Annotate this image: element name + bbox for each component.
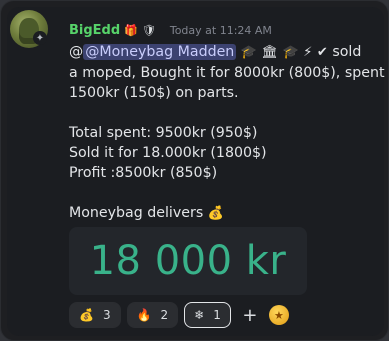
message-line: a moped, Bought it for 8000kr (800$), sp…: [69, 65, 385, 81]
reaction-count: 2: [160, 308, 169, 322]
bank-icon: 🏛: [261, 45, 279, 60]
reaction-fire[interactable]: 🔥 2: [126, 302, 179, 328]
message-line-1-tail: sold: [327, 44, 362, 60]
message-header: BigEdd 🎁 🛡 Today at 11:24 AM: [69, 22, 272, 38]
snowflake-icon: ❄: [194, 308, 205, 322]
message-line: Profit :8500kr (850$): [69, 165, 218, 181]
gift-icon: 🎁: [124, 23, 138, 37]
money-bag-icon: 💰: [79, 308, 94, 322]
app-frame: ✦ BigEdd 🎁 🛡 Today at 11:24 AM @ @Moneyba…: [0, 0, 389, 341]
shield-icon: 🛡: [141, 23, 156, 37]
fire-icon: 🔥: [136, 308, 152, 322]
delivers-text: Moneybag delivers: [69, 205, 204, 221]
reaction-count: 1: [213, 308, 221, 322]
reaction-bar: 💰 3 🔥 2 ❄ 1 + ★: [69, 302, 289, 328]
graduation-cap-icon: 🎓: [240, 45, 257, 60]
message-content: @ @Moneybag Madden 🎓 🏛 🎓 ⚡ ✔ sold a moped…: [69, 42, 385, 224]
message-line-1: @ @Moneybag Madden 🎓 🏛 🎓 ⚡ ✔ sold: [69, 42, 375, 63]
add-reaction-button[interactable]: +: [237, 302, 263, 328]
message-line: 1500kr (150$) on parts.: [69, 85, 239, 101]
lightning-icon: ⚡: [303, 45, 313, 60]
message-line-delivers: Moneybag delivers 💰: [69, 203, 375, 224]
reaction-money-bag[interactable]: 💰 3: [69, 302, 121, 328]
verified-icon: ✔: [316, 45, 328, 60]
reaction-count: 3: [102, 308, 111, 322]
counter-display: 18 000 kr: [69, 227, 307, 295]
super-reaction-icon[interactable]: ★: [268, 305, 289, 325]
user-mention[interactable]: @Moneybag Madden: [83, 44, 237, 60]
reaction-snowflake[interactable]: ❄ 1: [184, 302, 231, 328]
counter-value: 18 000 kr: [89, 238, 287, 284]
status-badge-icon: ✦: [33, 31, 47, 45]
graduation-cap-icon: 🎓: [282, 45, 299, 60]
username[interactable]: BigEdd: [69, 23, 120, 38]
timestamp: Today at 11:24 AM: [169, 23, 272, 37]
message-line: Total spent: 9500kr (950$): [69, 125, 258, 141]
money-bag-icon: 💰: [207, 206, 224, 221]
message-line: Sold it for 18.000kr (1800$): [69, 145, 267, 161]
at-prefix: @: [69, 44, 84, 60]
